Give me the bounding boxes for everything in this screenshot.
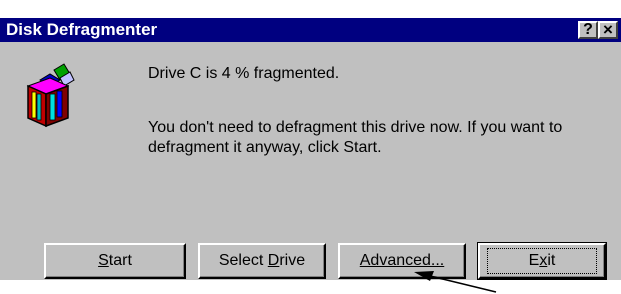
annotation-arrow-icon: [414, 271, 497, 293]
focus-ring: Exit: [487, 248, 597, 274]
defragmenter-books-icon: [26, 63, 75, 128]
close-button[interactable]: ×: [598, 21, 618, 39]
select-drive-label-rest: rive: [279, 252, 306, 269]
select-drive-label-pre: Select: [218, 252, 268, 269]
start-button-mnemonic: S: [98, 252, 109, 269]
start-button[interactable]: Start: [44, 243, 186, 279]
start-button-label: tart: [108, 252, 132, 269]
disk-defragmenter-dialog: Disk Defragmenter ? × Drive C is 4 % fra…: [0, 0, 621, 294]
select-drive-button[interactable]: Select Drive: [198, 243, 326, 279]
help-button[interactable]: ?: [578, 21, 598, 39]
defrag-advice: You don't need to defragment this drive …: [148, 119, 563, 156]
select-drive-mnemonic: D: [267, 252, 280, 269]
window-title: Disk Defragmenter: [6, 20, 158, 39]
fragmentation-status: Drive C is 4 % fragmented.: [148, 65, 340, 82]
exit-label-rest: it: [547, 252, 556, 269]
exit-label-pre: E: [528, 252, 540, 269]
